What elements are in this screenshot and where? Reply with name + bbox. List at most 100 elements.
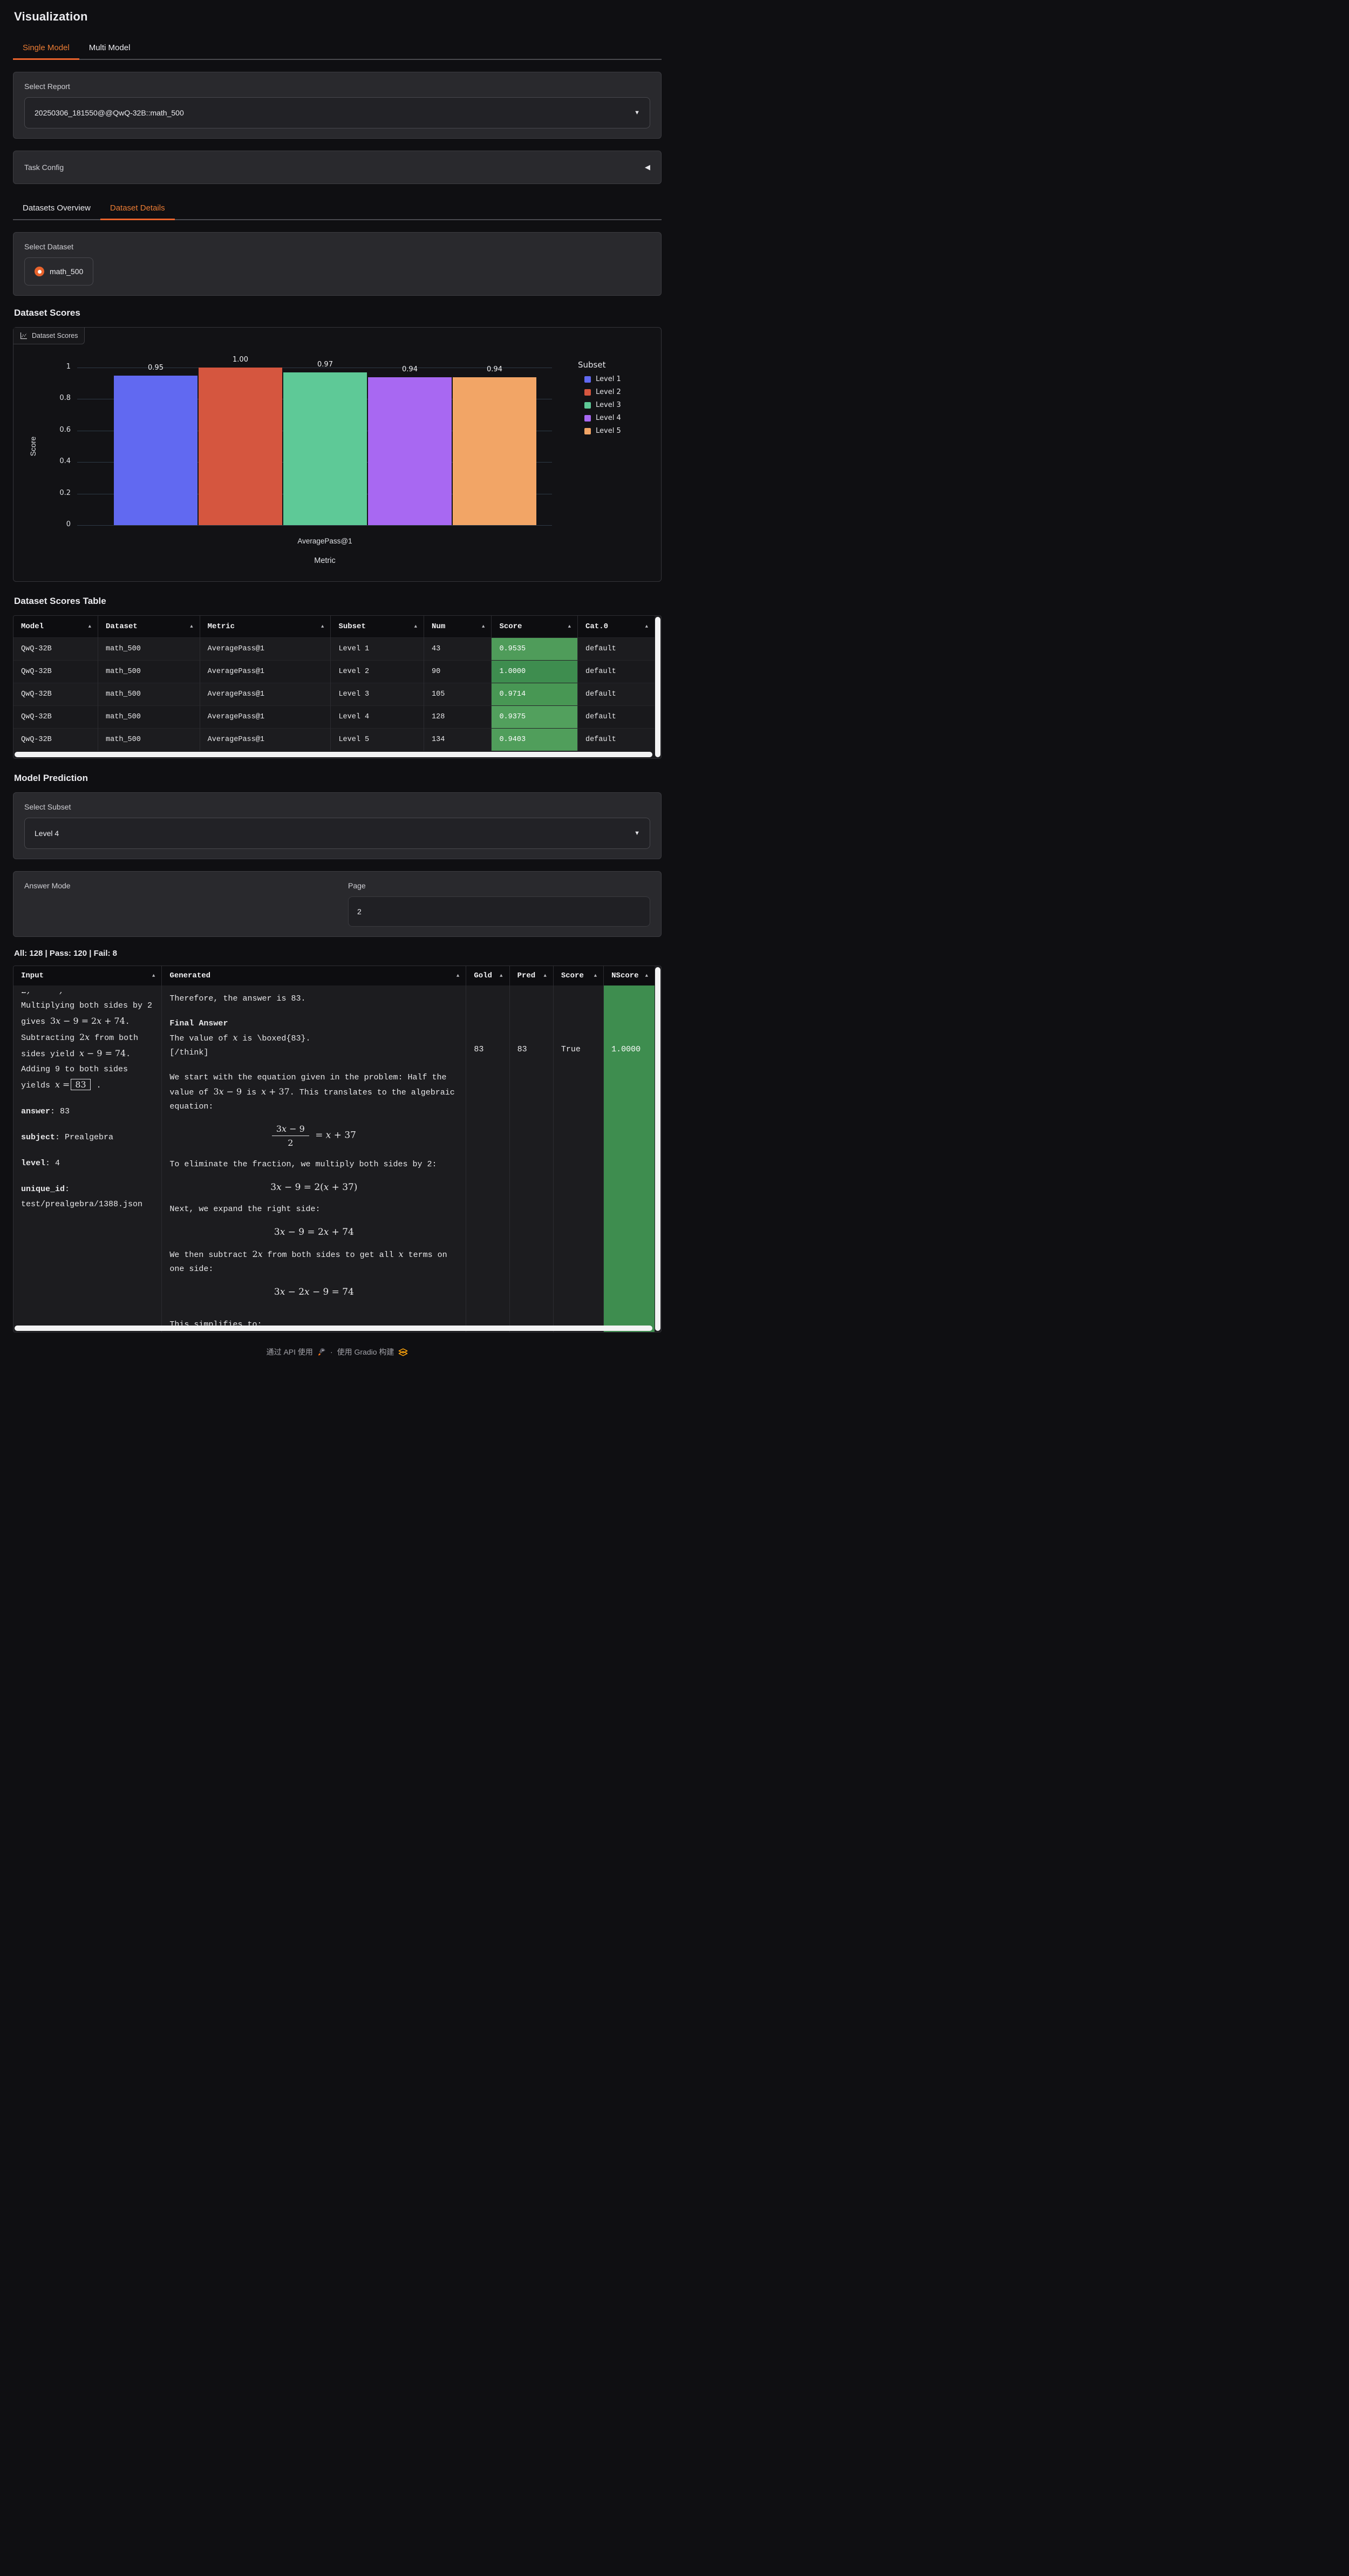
column-header-model[interactable]: Model▲ (13, 616, 98, 638)
cell-subset[interactable]: Level 2 (331, 661, 424, 683)
cell-score[interactable]: True (553, 985, 603, 1332)
cell-num[interactable]: 134 (424, 729, 492, 751)
cell-score[interactable]: 0.9375 (492, 706, 578, 729)
cell-metric[interactable]: AveragePass@1 (200, 661, 331, 683)
cell-model[interactable]: QwQ-32B (13, 683, 98, 706)
horizontal-scrollbar[interactable] (15, 752, 652, 757)
cell-metric[interactable]: AveragePass@1 (200, 638, 331, 661)
cell-model[interactable]: QwQ-32B (13, 729, 98, 751)
cell-metric[interactable]: AveragePass@1 (200, 729, 331, 751)
footer-separator: · (330, 1348, 333, 1356)
page-title: Visualization (13, 10, 662, 24)
column-header-nscore[interactable]: NScore▲ (604, 966, 655, 985)
y-tick-label: 0.4 (46, 457, 71, 465)
cell-score[interactable]: 0.9714 (492, 683, 578, 706)
cell-dataset[interactable]: math_500 (98, 706, 200, 729)
cell-model[interactable]: QwQ-32B (13, 661, 98, 683)
column-header-dataset[interactable]: Dataset▲ (98, 616, 200, 638)
dataset-scores-table-heading: Dataset Scores Table (13, 596, 662, 607)
bar-value-label: 0.97 (283, 361, 367, 369)
sort-arrow-icon: ▲ (594, 973, 597, 978)
cell-model[interactable]: QwQ-32B (13, 638, 98, 661)
cell-metric[interactable]: AveragePass@1 (200, 683, 331, 706)
column-header-generated[interactable]: Generated▲ (162, 966, 466, 985)
cell-score[interactable]: 0.9403 (492, 729, 578, 751)
chevron-down-icon: ▼ (634, 110, 640, 116)
cell-model[interactable]: QwQ-32B (13, 706, 98, 729)
legend-swatch-icon (584, 389, 591, 396)
cell-num[interactable]: 128 (424, 706, 492, 729)
page-input[interactable] (348, 896, 650, 927)
column-header-metric[interactable]: Metric▲ (200, 616, 331, 638)
cell-dataset[interactable]: math_500 (98, 638, 200, 661)
vertical-scrollbar[interactable] (655, 967, 660, 1331)
bar-level-2: 1.00 (199, 368, 282, 525)
tab-single-model[interactable]: Single Model (13, 38, 79, 59)
y-tick-label: 0 (46, 520, 71, 528)
cell-gold[interactable]: 83 (466, 985, 509, 1332)
column-header-input[interactable]: Input▲ (13, 966, 162, 985)
cell-subset[interactable]: Level 4 (331, 706, 424, 729)
cell-nscore[interactable]: 1.0000 (604, 985, 655, 1332)
cell-pred[interactable]: 83 (509, 985, 553, 1332)
cell-subset[interactable]: Level 5 (331, 729, 424, 751)
cell-cat0[interactable]: default (577, 729, 655, 751)
legend-item[interactable]: Level 3 (578, 401, 621, 409)
legend-swatch-icon (584, 428, 591, 434)
column-header-subset[interactable]: Subset▲ (331, 616, 424, 638)
column-header-pred[interactable]: Pred▲ (509, 966, 553, 985)
sort-arrow-icon: ▲ (568, 624, 571, 629)
legend-label: Level 1 (596, 375, 621, 383)
cell-num[interactable]: 90 (424, 661, 492, 683)
x-axis-title: Metric (314, 556, 335, 565)
chevron-left-icon: ◀ (645, 163, 650, 172)
chart-label-text: Dataset Scores (32, 332, 78, 339)
cell-cat0[interactable]: default (577, 638, 655, 661)
horizontal-scrollbar[interactable] (15, 1326, 652, 1331)
task-config-label: Task Config (24, 163, 64, 172)
report-dropdown[interactable]: 20250306_181550@@QwQ-32B::math_500 ▼ (24, 97, 650, 128)
legend-swatch-icon (584, 376, 591, 383)
dataset-scores-table: Model▲Dataset▲Metric▲Subset▲Num▲Score▲Ca… (13, 615, 662, 759)
cell-num[interactable]: 43 (424, 638, 492, 661)
y-tick-label: 1 (46, 363, 71, 371)
cell-cat0[interactable]: default (577, 706, 655, 729)
column-header-score[interactable]: Score▲ (553, 966, 603, 985)
legend-item[interactable]: Level 1 (578, 375, 621, 383)
dataset-radio-math-500[interactable]: math_500 (24, 257, 93, 286)
cell-dataset[interactable]: math_500 (98, 661, 200, 683)
cell-generated[interactable]: Therefore, the answer is 83.Final Answer… (162, 985, 466, 1332)
legend-item[interactable]: Level 4 (578, 414, 621, 422)
cell-input[interactable]: 2) )Multiplying both sides by 2gives 3x … (13, 985, 162, 1332)
table-row: QwQ-32Bmath_500AveragePass@1Level 41280.… (13, 706, 655, 729)
cell-dataset[interactable]: math_500 (98, 729, 200, 751)
sort-arrow-icon: ▲ (457, 973, 459, 978)
footer-api-text[interactable]: 通过 API 使用 (267, 1347, 313, 1357)
cell-score[interactable]: 0.9535 (492, 638, 578, 661)
answer-mode-label: Answer Mode (24, 881, 326, 890)
column-header-gold[interactable]: Gold▲ (466, 966, 509, 985)
vertical-scrollbar[interactable] (655, 617, 660, 757)
cell-subset[interactable]: Level 3 (331, 683, 424, 706)
cell-cat0[interactable]: default (577, 683, 655, 706)
cell-num[interactable]: 105 (424, 683, 492, 706)
cell-subset[interactable]: Level 1 (331, 638, 424, 661)
footer-gradio-text[interactable]: 使用 Gradio 构建 (337, 1347, 394, 1357)
tab-datasets-overview[interactable]: Datasets Overview (13, 198, 100, 219)
subset-dropdown[interactable]: Level 4 ▼ (24, 818, 650, 849)
column-header-cat0[interactable]: Cat.0▲ (577, 616, 655, 638)
task-config-accordion[interactable]: Task Config ◀ (13, 151, 662, 184)
legend-item[interactable]: Level 5 (578, 427, 621, 435)
cell-score[interactable]: 1.0000 (492, 661, 578, 683)
column-header-score[interactable]: Score▲ (492, 616, 578, 638)
cell-metric[interactable]: AveragePass@1 (200, 706, 331, 729)
cell-dataset[interactable]: math_500 (98, 683, 200, 706)
legend-item[interactable]: Level 2 (578, 388, 621, 396)
sort-arrow-icon: ▲ (645, 973, 648, 978)
cell-cat0[interactable]: default (577, 661, 655, 683)
column-header-num[interactable]: Num▲ (424, 616, 492, 638)
tab-dataset-details[interactable]: Dataset Details (100, 198, 175, 219)
tab-multi-model[interactable]: Multi Model (79, 38, 140, 59)
dataset-scores-chart: Dataset Scores Score 00.20.40.60.810.951… (13, 327, 662, 582)
legend-label: Level 3 (596, 401, 621, 409)
